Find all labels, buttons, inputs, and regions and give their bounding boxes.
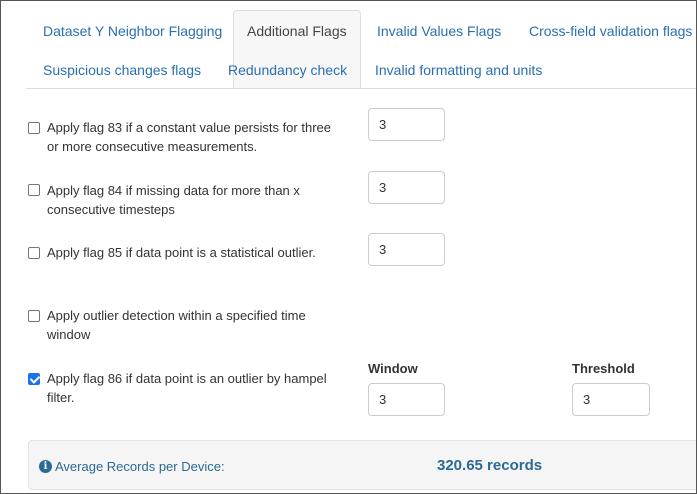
average-records-value: 320.65 records	[437, 457, 543, 474]
flag-84-input[interactable]: 3	[368, 171, 445, 204]
flag-85-input[interactable]: 3	[368, 233, 445, 266]
flag-83-checkbox[interactable]	[28, 122, 40, 134]
info-icon: i	[39, 460, 52, 473]
window-input[interactable]: 3	[368, 383, 445, 416]
outlier-time-window-label: Apply outlier detection within a specifi…	[47, 308, 306, 342]
tab-dataset-y-neighbor-flagging[interactable]: Dataset Y Neighbor Flagging	[43, 22, 222, 40]
flag-85-label: Apply flag 85 if data point is a statist…	[47, 245, 316, 260]
tab-invalid-values-flags[interactable]: Invalid Values Flags	[377, 22, 501, 40]
tabs-divider	[26, 88, 696, 89]
tab-cross-field-validation-flags[interactable]: Cross-field validation flags	[529, 22, 692, 40]
flag-85-checkbox[interactable]	[28, 247, 40, 259]
tab-invalid-formatting-and-units[interactable]: Invalid formatting and units	[375, 61, 542, 79]
threshold-header: Threshold	[572, 361, 635, 376]
additional-flags-panel: Dataset Y Neighbor Flagging Additional F…	[0, 0, 697, 494]
flag-86-label: Apply flag 86 if data point is an outlie…	[47, 371, 327, 405]
summary-panel: i Average Records per Device: 320.65 rec…	[28, 440, 696, 490]
flag-86-checkbox[interactable]	[28, 373, 40, 385]
tab-suspicious-changes-flags[interactable]: Suspicious changes flags	[43, 61, 201, 79]
flag-84-checkbox[interactable]	[28, 184, 40, 196]
tab-redundancy-check[interactable]: Redundancy check	[228, 61, 347, 79]
flag-83-input[interactable]: 3	[368, 108, 445, 141]
threshold-input[interactable]: 3	[572, 383, 650, 416]
flag-83-label: Apply flag 83 if a constant value persis…	[47, 120, 331, 154]
outlier-time-window-checkbox[interactable]	[28, 310, 40, 322]
flag-84-label: Apply flag 84 if missing data for more t…	[47, 183, 300, 217]
window-header: Window	[368, 361, 418, 376]
average-records-label: Average Records per Device:	[55, 459, 225, 474]
